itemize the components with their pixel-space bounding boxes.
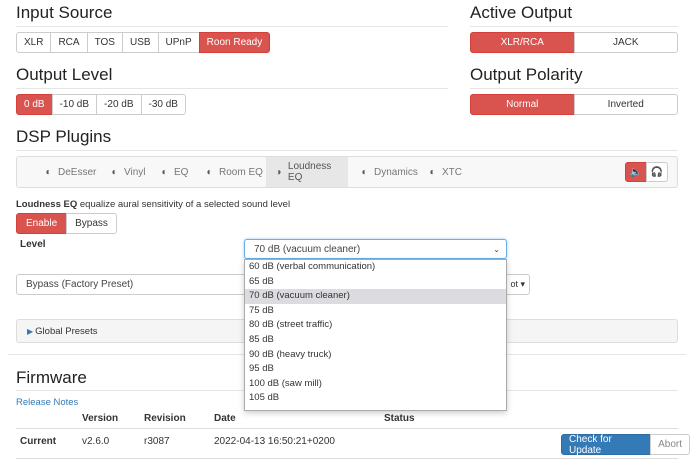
level-minus30db-button[interactable]: -30 dB (140, 94, 186, 115)
chevron-down-icon: ⌄ (493, 244, 500, 254)
firmware-title: Firmware (16, 368, 87, 387)
row-name: Current (20, 436, 57, 447)
input-source-group: XLR RCA TOS USB UPnP Roon Ready (16, 32, 271, 53)
level-label: Level (20, 239, 46, 250)
toggle-off-icon: ◐ (429, 166, 436, 178)
header-status: Status (384, 413, 415, 424)
tab-dynamics[interactable]: ◐ Dynamics (359, 157, 417, 187)
input-roon-ready-button[interactable]: Roon Ready (198, 32, 271, 53)
output-xlr-rca-button[interactable]: XLR/RCA (470, 32, 575, 53)
divider (470, 88, 678, 89)
input-tos-button[interactable]: TOS (86, 32, 123, 53)
polarity-normal-button[interactable]: Normal (470, 94, 575, 115)
headphones-icon[interactable]: 🎧 (646, 162, 668, 182)
level-select-value: 70 dB (vacuum cleaner) (254, 243, 361, 255)
output-polarity-group: Normal Inverted (470, 94, 678, 115)
dsp-plugin-tabs: ◐ DeEsser ◐ Vinyl ◐ EQ ◐ Room EQ ◑ Loudness E… (16, 156, 678, 188)
polarity-inverted-button[interactable]: Inverted (573, 94, 678, 115)
plugin-mode-group: Enable Bypass (16, 213, 117, 234)
level-option[interactable]: 105 dB (245, 391, 506, 406)
tab-loudness-eq[interactable]: ◑ Loudness EQ (266, 157, 348, 187)
level-option[interactable]: 95 dB (245, 362, 506, 377)
toggle-off-icon: ◐ (206, 166, 213, 178)
level-option[interactable]: 80 dB (street traffic) (245, 318, 506, 333)
toggle-off-icon: ◐ (45, 166, 52, 178)
speaker-icon[interactable]: 🔈 (625, 162, 647, 182)
plugin-desc-text: equalize aural sensitivity of a selected… (79, 199, 291, 210)
toggle-off-icon: ◐ (361, 166, 368, 178)
preset-select-value: Bypass (Factory Preset) (26, 279, 134, 290)
release-notes-link[interactable]: Release Notes (16, 397, 78, 408)
level-option[interactable]: 90 dB (heavy truck) (245, 348, 506, 363)
header-revision: Revision (144, 413, 186, 424)
output-level-title: Output Level (16, 65, 113, 84)
bypass-button[interactable]: Bypass (66, 213, 117, 234)
active-output-title: Active Output (470, 3, 573, 22)
active-output-group: XLR/RCA JACK (470, 32, 678, 53)
divider (16, 150, 678, 151)
input-upnp-button[interactable]: UPnP (157, 32, 200, 53)
level-minus10db-button[interactable]: -10 dB (51, 94, 98, 115)
divider (16, 88, 448, 89)
tab-xtc[interactable]: ◐ XTC (427, 157, 462, 187)
table-divider (16, 428, 678, 429)
level-option[interactable]: 75 dB (245, 304, 506, 319)
row-version: v2.6.0 (82, 436, 110, 447)
output-level-group: 0 dB -10 dB -20 dB -30 dB (16, 94, 186, 115)
level-option[interactable]: 100 dB (saw mill) (245, 377, 506, 392)
tab-room-eq[interactable]: ◐ Room EQ (204, 157, 262, 187)
toggle-off-icon: ◐ (111, 166, 118, 178)
table-divider (16, 458, 678, 459)
abort-button[interactable]: Abort (650, 434, 690, 455)
tab-vinyl[interactable]: ◐ Vinyl (109, 157, 145, 187)
header-date: Date (214, 413, 236, 424)
toggle-off-icon: ◐ (161, 166, 168, 178)
tab-deesser[interactable]: ◐ DeEsser (43, 157, 96, 187)
dsp-plugins-title: DSP Plugins (16, 127, 112, 146)
plugin-name: Loudness EQ (16, 199, 78, 210)
plugin-description: Loudness EQ equalize aural sensitivity o… (16, 199, 290, 210)
level-option[interactable]: 85 dB (245, 333, 506, 348)
global-presets-label: Global Presets (35, 325, 98, 337)
header-version: Version (82, 413, 119, 424)
check-for-update-button[interactable]: Check for Update (561, 434, 652, 456)
row-revision: r3087 (144, 436, 170, 447)
input-rca-button[interactable]: RCA (50, 32, 88, 53)
input-xlr-button[interactable]: XLR (16, 32, 52, 53)
dsp-output-toggle: 🔈 🎧 (625, 162, 668, 182)
caret-right-icon: ▶ (27, 326, 34, 336)
divider (470, 26, 678, 27)
level-dropdown-list: 60 dB (verbal communication) 65 dB 70 dB… (244, 259, 507, 411)
level-select[interactable]: 70 dB (vacuum cleaner) ⌄ (244, 239, 507, 259)
level-option-selected[interactable]: 70 dB (vacuum cleaner) (245, 289, 506, 304)
level-option[interactable]: 65 dB (245, 275, 506, 290)
enable-button[interactable]: Enable (16, 213, 68, 234)
row-date: 2022-04-13 16:50:21+0200 (214, 436, 335, 447)
tab-eq[interactable]: ◐ EQ (159, 157, 188, 187)
preset-select[interactable]: Bypass (Factory Preset) (16, 274, 278, 295)
firmware-actions: Check for Update Abort (561, 434, 690, 456)
input-usb-button[interactable]: USB (121, 32, 159, 53)
output-jack-button[interactable]: JACK (573, 32, 678, 53)
level-0db-button[interactable]: 0 dB (16, 94, 53, 115)
output-polarity-title: Output Polarity (470, 65, 583, 84)
input-source-title: Input Source (16, 3, 113, 22)
toggle-on-icon: ◑ (275, 166, 282, 178)
level-minus20db-button[interactable]: -20 dB (96, 94, 142, 115)
divider (16, 26, 448, 27)
level-option[interactable]: 60 dB (verbal communication) (245, 260, 506, 275)
